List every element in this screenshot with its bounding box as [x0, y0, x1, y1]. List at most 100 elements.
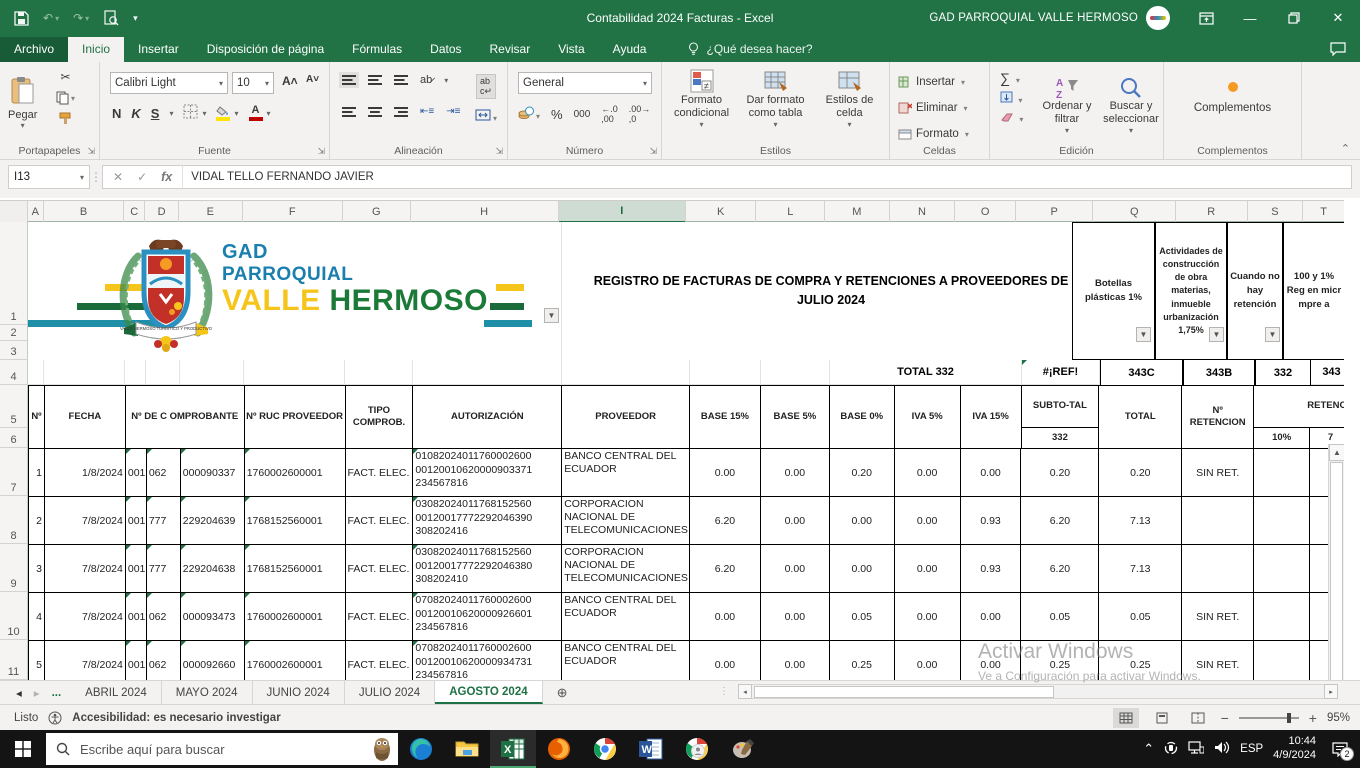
underline-button[interactable]: S: [151, 106, 160, 121]
cell-subtotal[interactable]: 0.05: [1021, 593, 1100, 640]
cell-r4-343b[interactable]: 343B: [1183, 360, 1255, 385]
account-avatar[interactable]: [1146, 6, 1170, 30]
cell-s[interactable]: [1254, 641, 1311, 680]
orientation-dropdown[interactable]: ▾: [444, 76, 448, 85]
row-header-9[interactable]: 9: [0, 544, 28, 592]
cell-ruc[interactable]: 1768152560001: [244, 497, 346, 544]
cell-c2[interactable]: 777: [146, 497, 181, 544]
tab-insertar[interactable]: Insertar: [124, 37, 193, 62]
cell-base15[interactable]: 0.00: [690, 593, 761, 640]
page-break-view-icon[interactable]: [1185, 708, 1211, 728]
normal-view-icon[interactable]: [1112, 707, 1139, 728]
cell-fecha[interactable]: 1/8/2024: [45, 449, 126, 496]
cell-iva5[interactable]: 0.00: [895, 449, 961, 496]
cell-iva15[interactable]: 0.00: [961, 641, 1022, 680]
insert-function-icon[interactable]: fx: [161, 170, 172, 184]
col-header-b[interactable]: B: [44, 201, 125, 223]
cell-ret[interactable]: SIN RET.: [1182, 449, 1255, 496]
page-layout-view-icon[interactable]: [1149, 708, 1175, 728]
cell-fecha[interactable]: 7/8/2024: [45, 593, 126, 640]
tab-disposicion[interactable]: Disposición de página: [193, 37, 338, 62]
align-top-icon[interactable]: [339, 72, 359, 88]
formula-input[interactable]: VIDAL TELLO FERNANDO JAVIER: [182, 165, 1352, 189]
cell-fecha[interactable]: 7/8/2024: [45, 641, 126, 680]
cell-ruc[interactable]: 1760002600001: [244, 449, 346, 496]
cell-s[interactable]: [1254, 449, 1311, 496]
comma-style-icon[interactable]: 000: [574, 109, 591, 120]
cancel-entry-icon[interactable]: ✕: [113, 170, 123, 184]
increase-decimal-icon[interactable]: ←.0,00: [601, 104, 618, 124]
row-header-11[interactable]: 11: [0, 640, 28, 680]
cell-a4[interactable]: [28, 360, 44, 385]
find-select-button[interactable]: Buscar y seleccionar ▾: [1100, 68, 1162, 135]
header-s-cell[interactable]: Cuando no hay retención ▼: [1227, 222, 1283, 360]
cell-iva5[interactable]: 0.00: [895, 545, 961, 592]
cell-c1[interactable]: 001: [125, 497, 147, 544]
th-tipo[interactable]: TIPO COMPROB.: [346, 386, 414, 448]
col-header-m[interactable]: M: [825, 201, 890, 223]
cell-ret[interactable]: [1182, 545, 1255, 592]
tab-vista[interactable]: Vista: [544, 37, 598, 62]
cell-base5[interactable]: 0.00: [761, 641, 830, 680]
accessibility-status[interactable]: Accesibilidad: es necesario investigar: [72, 712, 280, 724]
cell-iva5[interactable]: 0.00: [895, 641, 961, 680]
cell-ruc[interactable]: 1760002600001: [244, 593, 346, 640]
header-q-dropdown[interactable]: ▼: [1136, 327, 1151, 342]
cell-subtotal[interactable]: 0.25: [1021, 641, 1100, 680]
zoom-level[interactable]: 95%: [1327, 712, 1350, 724]
cell-subtotal[interactable]: 6.20: [1021, 545, 1100, 592]
sheet-next-icon[interactable]: ▸: [34, 686, 40, 700]
sort-filter-button[interactable]: AZ Ordenar y filtrar ▾: [1036, 68, 1098, 135]
cell-s[interactable]: [1254, 593, 1311, 640]
select-all-corner[interactable]: [0, 201, 28, 223]
account-info[interactable]: GAD PARROQUIAL VALLE HERMOSO: [929, 6, 1170, 30]
autosum-icon[interactable]: ∑ ▾: [1000, 70, 1023, 86]
restore-button[interactable]: [1272, 0, 1316, 36]
cell-c3[interactable]: 229204638: [180, 545, 245, 592]
cell-iva15[interactable]: 0.00: [961, 593, 1022, 640]
undo-icon[interactable]: ↶ ▾: [43, 11, 59, 25]
cell-prov[interactable]: CORPORACION NACIONAL DE TELECOMUNICACION…: [562, 545, 690, 592]
sheet-tab-abril[interactable]: ABRIL 2024: [71, 681, 162, 704]
zoom-out-icon[interactable]: −: [1221, 710, 1229, 726]
cell-l4[interactable]: [761, 360, 830, 385]
cell-c2[interactable]: 777: [146, 545, 181, 592]
cell-c3[interactable]: 000092660: [180, 641, 245, 680]
align-middle-icon[interactable]: [368, 75, 382, 85]
th-num[interactable]: Nº: [29, 386, 45, 448]
report-title-cell[interactable]: REGISTRO DE FACTURAS DE COMPRA Y RETENCI…: [562, 222, 1100, 360]
taskbar-explorer-icon[interactable]: [444, 730, 490, 768]
borders-icon[interactable]: [183, 104, 198, 122]
col-header-g[interactable]: G: [343, 201, 411, 223]
fill-icon[interactable]: ▾: [1000, 91, 1023, 106]
th-autorizacion[interactable]: AUTORIZACIÓN: [413, 386, 563, 448]
row-header-3[interactable]: 3: [0, 341, 28, 360]
paste-button[interactable]: Pegar ▾: [8, 68, 37, 130]
tell-me-search[interactable]: ¿Qué desea hacer?: [688, 42, 813, 62]
tray-app-icon[interactable]: [1164, 741, 1178, 758]
cell-iva15[interactable]: 0.00: [961, 449, 1022, 496]
cell-b4[interactable]: [44, 360, 125, 385]
start-button[interactable]: [0, 730, 46, 768]
cell-aut[interactable]: 01082024011760002600 00120010620000903371…: [413, 449, 563, 496]
insert-cells-button[interactable]: Insertar ▾: [898, 72, 969, 92]
cell-total[interactable]: 0.25: [1099, 641, 1183, 680]
cell-c1[interactable]: 001: [125, 545, 147, 592]
col-header-r[interactable]: R: [1176, 201, 1248, 223]
zoom-slider[interactable]: [1238, 712, 1299, 723]
col-header-f[interactable]: F: [243, 201, 343, 223]
th-ruc[interactable]: Nº RUC PROVEEDOR: [245, 386, 346, 448]
vertical-scroll-thumb[interactable]: [1330, 462, 1343, 680]
ribbon-display-options-icon[interactable]: [1184, 0, 1228, 36]
sheet-tab-julio[interactable]: JULIO 2024: [345, 681, 436, 704]
grow-font-icon[interactable]: A˄: [282, 74, 298, 88]
row-header-5[interactable]: 5: [0, 385, 28, 428]
col-header-h[interactable]: H: [411, 201, 559, 223]
tab-datos[interactable]: Datos: [416, 37, 475, 62]
header-r-cell[interactable]: Actividades de construcción de obra mate…: [1155, 222, 1227, 360]
col-header-l[interactable]: L: [756, 201, 826, 223]
redo-icon[interactable]: ↷ ▾: [73, 11, 89, 25]
language-indicator[interactable]: ESP: [1240, 743, 1263, 755]
scrollbar-splitter[interactable]: ⋮: [719, 686, 730, 697]
borders-dropdown[interactable]: ▾: [202, 109, 206, 118]
